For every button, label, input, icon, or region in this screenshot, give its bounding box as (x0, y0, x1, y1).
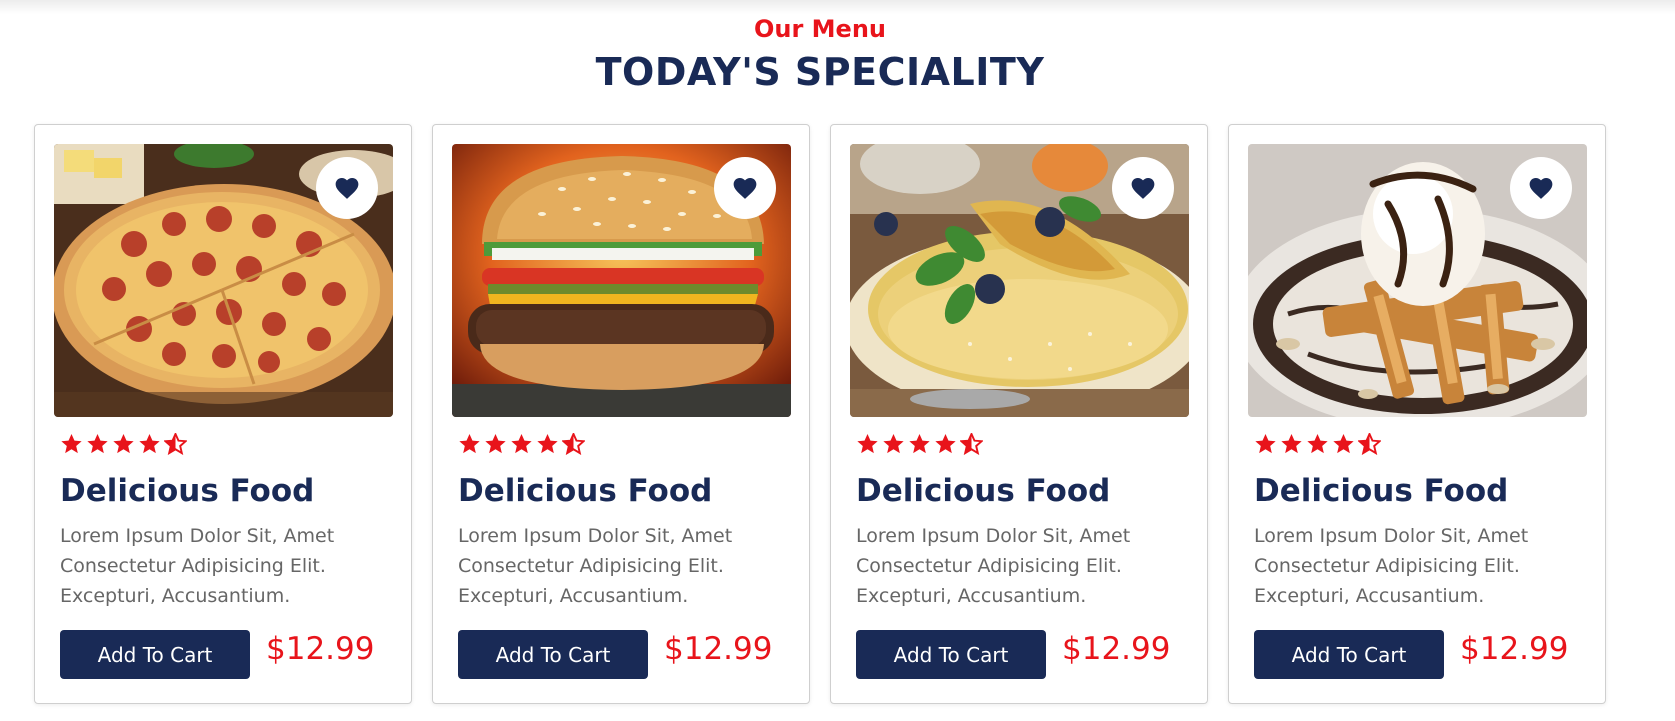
star-icon (511, 433, 532, 454)
star-icon (61, 433, 82, 454)
star-icon (113, 433, 134, 454)
favorite-button[interactable] (1112, 157, 1174, 219)
top-shadow (0, 0, 1675, 14)
food-card-list: Delicious Food Lorem Ipsum Dolor Sit, Am… (34, 124, 1606, 704)
food-image-crepes (850, 144, 1189, 417)
add-to-cart-button[interactable]: Add To Cart (458, 630, 648, 679)
section-heading: TODAY'S SPECIALITY (595, 50, 1045, 94)
food-price: $12.99 (664, 631, 773, 667)
food-card: Delicious Food Lorem Ipsum Dolor Sit, Am… (830, 124, 1208, 704)
rating-stars (458, 433, 585, 455)
food-description: Lorem Ipsum Dolor Sit, Amet Consectetur … (458, 525, 733, 607)
star-icon (537, 433, 558, 454)
heart-icon (1529, 178, 1553, 199)
star-half-icon (1358, 433, 1381, 455)
food-card: Delicious Food Lorem Ipsum Dolor Sit, Am… (432, 124, 810, 704)
food-price: $12.99 (1460, 631, 1569, 667)
star-icon (1333, 433, 1354, 454)
star-icon (485, 433, 506, 454)
food-title: Delicious Food (1254, 473, 1509, 509)
food-image-waffles (1248, 144, 1587, 417)
food-description: Lorem Ipsum Dolor Sit, Amet Consectetur … (1254, 525, 1529, 607)
star-half-icon (960, 433, 983, 455)
star-icon (1307, 433, 1328, 454)
heart-icon (1131, 178, 1155, 199)
star-icon (1255, 433, 1276, 454)
food-title: Delicious Food (856, 473, 1111, 509)
star-icon (857, 433, 878, 454)
food-title: Delicious Food (60, 473, 315, 509)
star-icon (935, 433, 956, 454)
heart-icon (335, 178, 359, 199)
food-price: $12.99 (266, 631, 375, 667)
rating-stars (1254, 433, 1381, 455)
star-icon (459, 433, 480, 454)
section-header: Our Menu TODAY'S SPECIALITY (0, 14, 1640, 96)
favorite-button[interactable] (1510, 157, 1572, 219)
add-to-cart-button[interactable]: Add To Cart (856, 630, 1046, 679)
star-icon (1281, 433, 1302, 454)
favorite-button[interactable] (316, 157, 378, 219)
heart-icon (733, 178, 757, 199)
star-icon (87, 433, 108, 454)
rating-stars (856, 433, 983, 455)
star-icon (139, 433, 160, 454)
star-half-icon (164, 433, 187, 455)
food-image-burger (452, 144, 791, 417)
star-half-icon (562, 433, 585, 455)
add-to-cart-button[interactable]: Add To Cart (60, 630, 250, 679)
food-price: $12.99 (1062, 631, 1171, 667)
food-description: Lorem Ipsum Dolor Sit, Amet Consectetur … (856, 525, 1131, 607)
food-card: Delicious Food Lorem Ipsum Dolor Sit, Am… (34, 124, 412, 704)
food-image-pizza (54, 144, 393, 417)
star-icon (909, 433, 930, 454)
food-title: Delicious Food (458, 473, 713, 509)
food-description: Lorem Ipsum Dolor Sit, Amet Consectetur … (60, 525, 335, 607)
food-card: Delicious Food Lorem Ipsum Dolor Sit, Am… (1228, 124, 1606, 704)
add-to-cart-button[interactable]: Add To Cart (1254, 630, 1444, 679)
favorite-button[interactable] (714, 157, 776, 219)
star-icon (883, 433, 904, 454)
rating-stars (60, 433, 187, 455)
section-subheading: Our Menu (753, 15, 886, 43)
